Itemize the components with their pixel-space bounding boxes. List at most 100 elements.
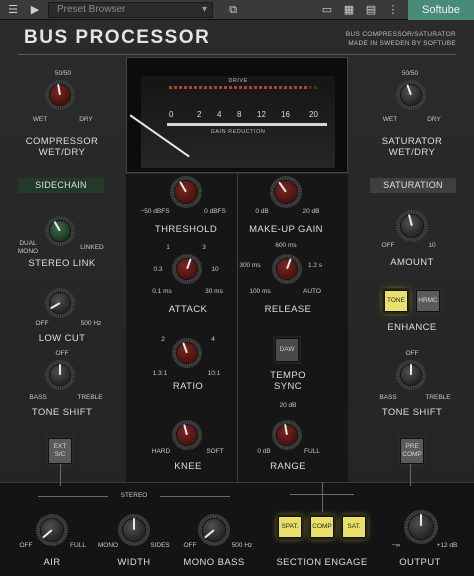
ratio-tick: 4	[211, 336, 215, 343]
ratio-left: 1.3:1	[152, 370, 168, 377]
meter-tick-label: 8	[237, 110, 242, 119]
attack-right: 30 ms	[205, 288, 223, 295]
comp-wetdry-top: 50/50	[54, 70, 72, 77]
attack-knob[interactable]	[172, 254, 202, 284]
sat-wetdry-top: 50/50	[401, 70, 419, 77]
sat-tone-label: TONE SHIFT	[381, 407, 443, 418]
window-icon[interactable]: ⧉	[224, 2, 242, 18]
drive-segment	[249, 86, 252, 89]
preset-browser-label: Preset Browser	[57, 4, 126, 15]
chevron-down-icon: ▾	[201, 4, 207, 15]
release-tick: 1.2 s	[307, 262, 323, 269]
makeup-gain-knob[interactable]	[270, 176, 302, 208]
air-label: AIR	[43, 557, 61, 568]
meter-tick-label: 20	[309, 110, 318, 119]
drive-segment	[269, 86, 272, 89]
btn-line: COMP	[402, 451, 422, 458]
sat-tone-right: TREBLE	[425, 394, 451, 401]
header-divider	[18, 54, 456, 55]
sat-tone-top: OFF	[405, 350, 419, 357]
enhance-hrmc-button[interactable]: HRMC	[416, 290, 440, 312]
enhance-tone-button[interactable]: TONE	[384, 290, 408, 312]
subtitle-line: MADE IN SWEDEN BY SOFTUBE	[348, 40, 456, 47]
daw-sync-button[interactable]: DAW	[275, 338, 299, 362]
low-cut-left: OFF	[35, 320, 49, 327]
compressor-wetdry-knob[interactable]	[45, 80, 75, 110]
width-knob[interactable]	[118, 514, 150, 546]
sat-wetdry-left: WET	[382, 116, 398, 123]
stereo-bracket	[38, 496, 108, 497]
ext-sidechain-button[interactable]: EXT S/C	[48, 438, 72, 464]
stereo-label: STEREO	[120, 492, 148, 499]
meter-tick-label: 2	[197, 110, 202, 119]
meter-tick-label: 4	[217, 110, 222, 119]
drive-segment	[239, 86, 242, 89]
btn-line: EXT	[53, 443, 67, 451]
drive-segment	[254, 86, 257, 89]
knee-knob[interactable]	[172, 420, 202, 450]
drive-segment	[204, 86, 207, 89]
range-knob[interactable]	[272, 420, 302, 450]
output-label: OUTPUT	[399, 557, 441, 568]
gain-reduction-meter: DRIVE 0 2 4 8 12 16 20 GAIN REDUCTION	[126, 57, 348, 173]
center-divider	[237, 174, 238, 502]
sat-wetdry-label: WET/DRY	[388, 147, 436, 158]
release-knob[interactable]	[272, 254, 302, 284]
comp-wetdry-right: DRY	[79, 116, 93, 123]
stereo-link-label: STEREO LINK	[28, 258, 96, 269]
ratio-label: RATIO	[172, 381, 204, 392]
drive-segment	[179, 86, 182, 89]
drive-segment	[229, 86, 232, 89]
drive-segment	[194, 86, 197, 89]
makeup-right: 20 dB	[302, 208, 320, 215]
meter-tick-label: 0	[169, 110, 174, 119]
engage-sat-button[interactable]: SAT.	[342, 516, 366, 538]
low-cut-right: 500 Hz	[80, 320, 102, 327]
engage-comp-button[interactable]: COMP	[310, 516, 334, 538]
engage-spat-button[interactable]: SPAT.	[278, 516, 302, 538]
sc-tone-left: BASS	[29, 394, 47, 401]
knee-left: HARD	[151, 448, 171, 455]
plugin-title: BUS PROCESSOR	[24, 27, 211, 48]
air-left: OFF	[19, 542, 33, 549]
drive-segment	[244, 86, 247, 89]
output-right: +12 dB	[436, 542, 458, 549]
drive-segment	[289, 86, 292, 89]
drive-segment	[284, 86, 287, 89]
low-cut-knob[interactable]	[45, 288, 75, 318]
sidechain-tone-shift-knob[interactable]	[45, 360, 75, 390]
layout-icon[interactable]: ▤	[362, 2, 380, 18]
tempo-sync-label: SYNC	[274, 381, 302, 392]
width-right: SIDES	[150, 542, 170, 549]
settings-icon[interactable]: ⋮	[384, 2, 402, 18]
sc-tone-right: TREBLE	[77, 394, 103, 401]
saturator-wetdry-knob[interactable]	[396, 80, 426, 110]
ext-sc-text: EXT S/C	[54, 443, 67, 459]
release-tick: 300 ms	[239, 262, 261, 269]
ab-compare-icon[interactable]: ☰	[4, 2, 22, 18]
attack-label: ATTACK	[168, 304, 208, 315]
tempo-sync-label: TEMPO	[270, 370, 306, 381]
play-icon[interactable]: ▶	[26, 2, 44, 18]
mono-bass-knob[interactable]	[198, 514, 230, 546]
threshold-knob[interactable]	[170, 176, 202, 208]
btn-line: PRE	[405, 443, 419, 451]
drive-segment	[189, 86, 192, 89]
mono-bass-label: MONO BASS	[183, 557, 245, 568]
grid-icon[interactable]: ▦	[340, 2, 358, 18]
saturation-tone-shift-knob[interactable]	[396, 360, 426, 390]
release-right: AUTO	[303, 288, 321, 295]
preset-browser-dropdown[interactable]: Preset Browser ▾	[48, 2, 213, 18]
ratio-knob[interactable]	[172, 338, 202, 368]
knee-label: KNEE	[174, 461, 202, 472]
comp-wetdry-label: WET/DRY	[38, 147, 86, 158]
stereo-link-knob[interactable]	[45, 216, 75, 246]
output-left: −∞	[391, 542, 401, 549]
amount-knob[interactable]	[396, 210, 428, 242]
output-knob[interactable]	[404, 510, 438, 544]
air-knob[interactable]	[36, 514, 68, 546]
panel-icon[interactable]: ▭	[318, 2, 336, 18]
width-label: WIDTH	[117, 557, 151, 568]
pre-comp-button[interactable]: PRE COMP	[400, 438, 424, 464]
sidechain-header: SIDECHAIN	[18, 178, 104, 193]
